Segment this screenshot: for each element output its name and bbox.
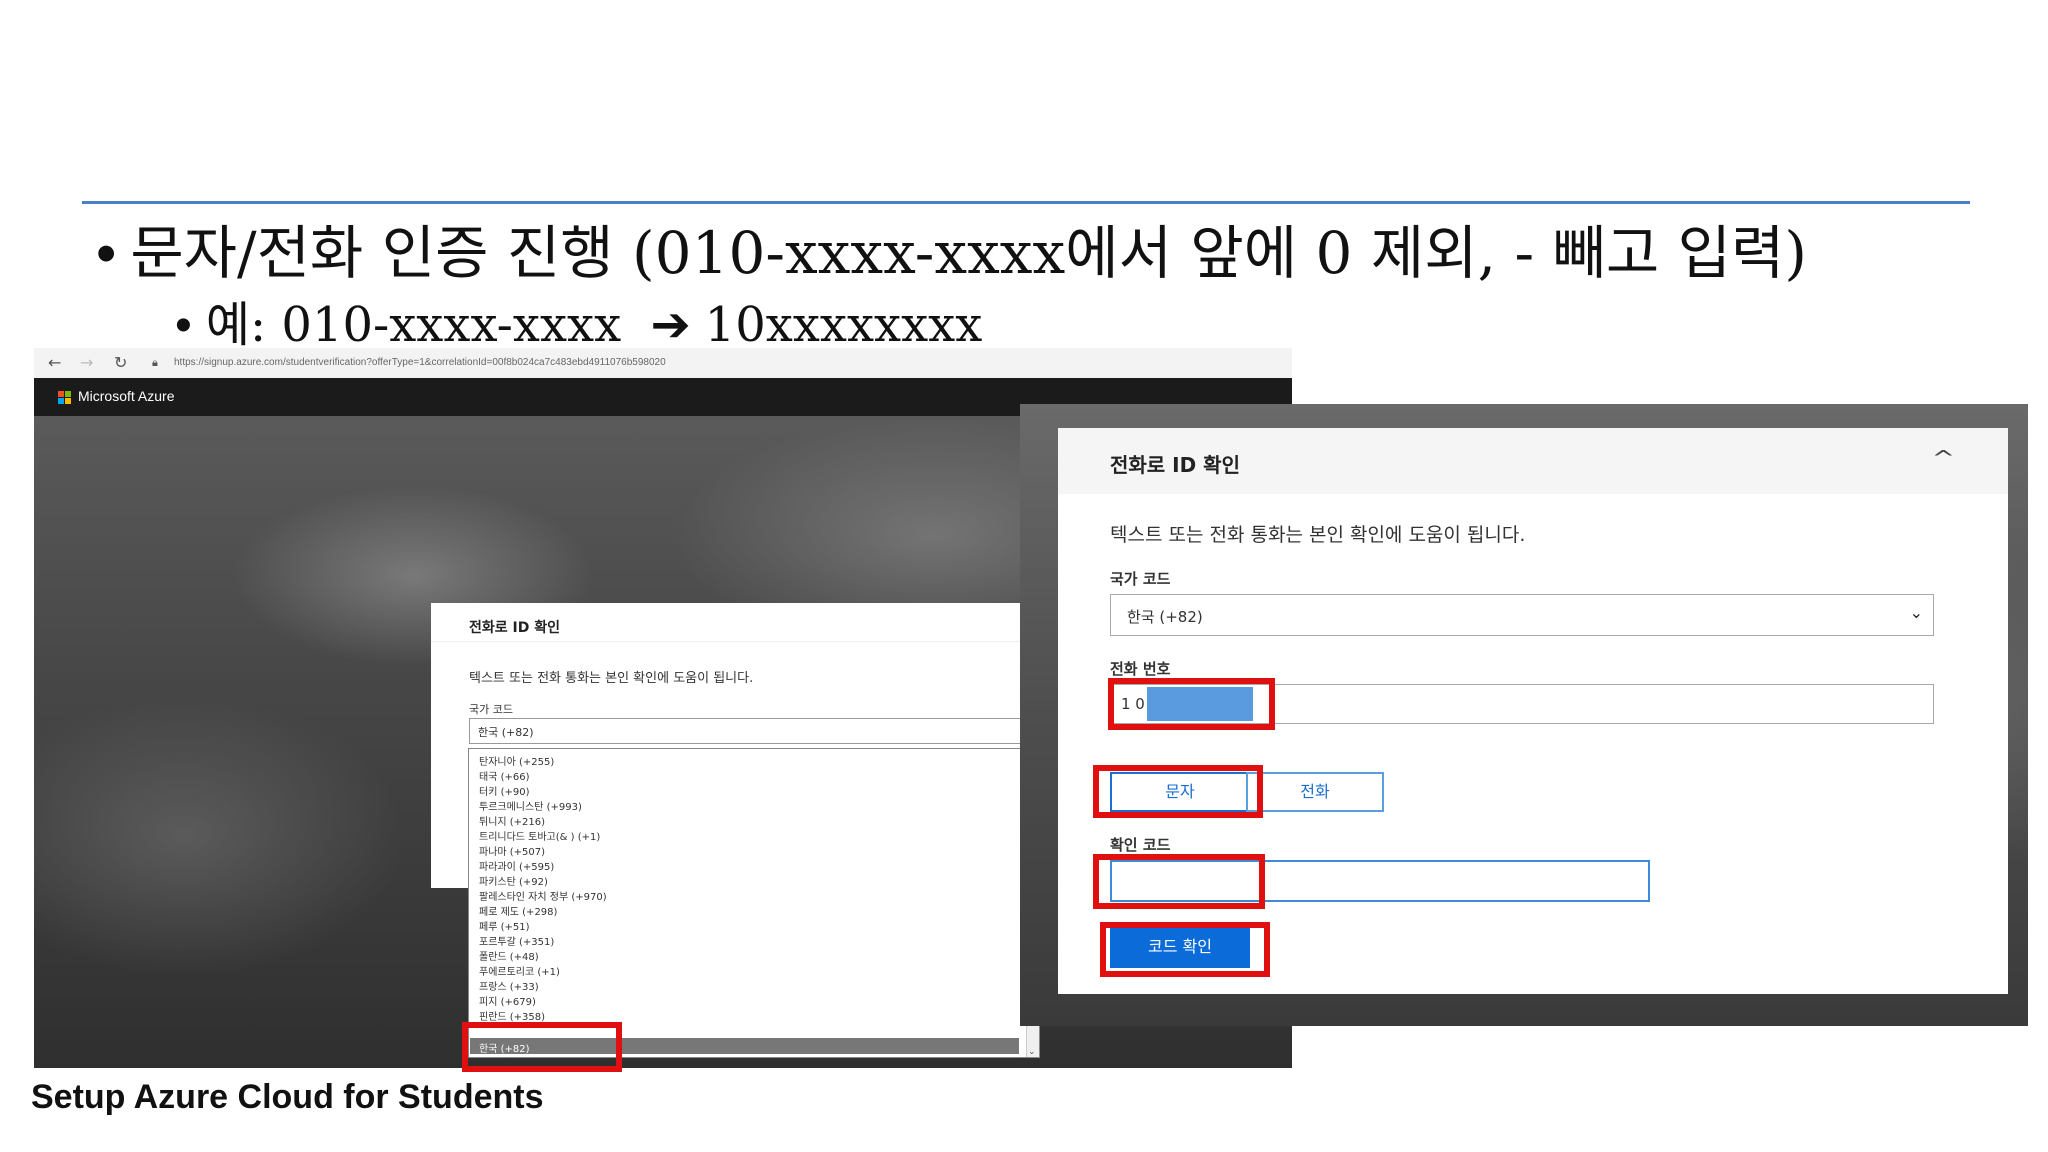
brand-name: Microsoft Azure [78, 388, 175, 404]
highlight-verify-button [1100, 922, 1270, 977]
chevron-up-icon[interactable]: ^ [1932, 446, 1955, 470]
list-item[interactable]: 프랑스 (+33) [479, 978, 539, 993]
bullet-main-text: 문자/전화 인증 진행 (010-xxxx-xxxx에서 앞에 0 제외, - … [130, 219, 1808, 287]
bullet-sub-suffix: 10xxxxxxxx [704, 297, 983, 353]
bullet-main: • 문자/전화 인증 진행 (010-xxxx-xxxx에서 앞에 0 제외, -… [96, 206, 1807, 290]
phone-number-label: 전화 번호 [1110, 660, 1171, 678]
country-code-label: 국가 코드 [1110, 570, 1171, 588]
address-bar[interactable]: https://signup.azure.com/studentverifica… [174, 357, 666, 368]
list-item[interactable]: 트리니다드 토바고(& ) (+1) [479, 828, 600, 843]
verification-code-label: 확인 코드 [1110, 836, 1171, 854]
dialog-title: 전화로 ID 확인 [469, 620, 560, 636]
list-item[interactable]: 팔레스타인 자치 정부 (+970) [479, 888, 607, 903]
country-dropdown-list[interactable]: 탄자니아 (+255) 태국 (+66) 터키 (+90) 투르크메니스탄 (+… [468, 748, 1040, 1058]
list-item[interactable]: 핀란드 (+358) [479, 1008, 545, 1023]
forward-icon[interactable]: → [80, 353, 93, 372]
chevron-down-icon: ⌄ [1909, 603, 1923, 622]
list-item[interactable]: 탄자니아 (+255) [479, 753, 554, 768]
highlight-phone-number [1108, 678, 1275, 730]
highlight-country-selection [462, 1022, 622, 1072]
highlight-sms-button [1093, 765, 1263, 818]
country-code-value: 한국 (+82) [478, 726, 534, 739]
back-icon[interactable]: ← [48, 353, 61, 372]
scroll-down-icon[interactable]: ⌄ [1028, 1047, 1036, 1057]
list-item[interactable]: 터키 (+90) [479, 783, 530, 798]
title-rule [82, 201, 1970, 204]
country-code-value: 한국 (+82) [1127, 608, 1203, 626]
dialog-description: 텍스트 또는 전화 통화는 본인 확인에 도움이 됩니다. [1110, 524, 1526, 546]
call-button-label: 전화 [1300, 782, 1330, 801]
list-item[interactable]: 페로 제도 (+298) [479, 903, 557, 918]
list-item[interactable]: 튀니지 (+216) [479, 813, 545, 828]
list-item[interactable]: 페루 (+51) [479, 918, 530, 933]
lock-icon: 🔒︎ [152, 356, 158, 369]
list-item[interactable]: 파라과이 (+595) [479, 858, 554, 873]
dialog-description: 텍스트 또는 전화 통화는 본인 확인에 도움이 됩니다. [469, 671, 754, 686]
list-item[interactable]: 피지 (+679) [479, 993, 536, 1008]
country-code-select[interactable]: 한국 (+82) ⌄ [1110, 594, 1934, 636]
slide-footer: Setup Azure Cloud for Students [31, 1078, 544, 1116]
highlight-verification-code [1093, 854, 1265, 909]
bullet-sub-prefix: 예: 010-xxxx-xxxx [205, 297, 622, 353]
list-item[interactable]: 파나마 (+507) [479, 843, 545, 858]
list-item[interactable]: 파키스탄 (+92) [479, 873, 548, 888]
list-item[interactable]: 푸에르토리코 (+1) [479, 963, 560, 978]
bullet-sub: • 예: 010-xxxx-xxxx ➔ 10xxxxxxxx [175, 285, 982, 355]
browser-toolbar: ← → ↻ 🔒︎ https://signup.azure.com/studen… [34, 348, 1292, 379]
reload-icon[interactable]: ↻ [114, 353, 127, 372]
bullet-dot: • [175, 299, 192, 352]
country-code-select[interactable]: 한국 (+82) [469, 718, 1073, 744]
dialog-title: 전화로 ID 확인 [1110, 453, 1240, 477]
call-button[interactable]: 전화 [1246, 772, 1384, 812]
microsoft-logo-icon [58, 391, 72, 405]
list-item[interactable]: 폴란드 (+48) [479, 948, 539, 963]
list-item[interactable]: 태국 (+66) [479, 768, 530, 783]
country-code-label: 국가 코드 [469, 703, 513, 716]
arrow-icon: ➔ [650, 297, 691, 353]
list-item[interactable]: 투르크메니스탄 (+993) [479, 798, 582, 813]
bullet-dot: • [96, 221, 117, 286]
list-item[interactable]: 포르투갈 (+351) [479, 933, 554, 948]
